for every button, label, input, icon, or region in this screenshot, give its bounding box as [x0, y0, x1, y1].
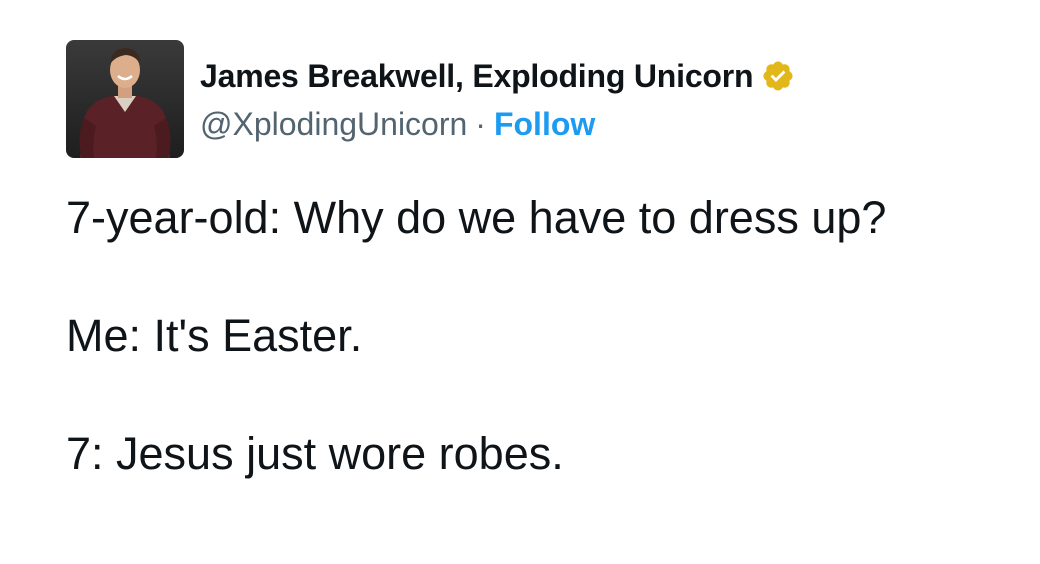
tweet-card: James Breakwell, Exploding Unicorn @Xplo…	[0, 0, 1040, 564]
separator-dot: ·	[475, 105, 486, 142]
tweet-line: Me: It's Easter.	[66, 310, 363, 361]
tweet-line: 7-year-old: Why do we have to dress up?	[66, 192, 887, 243]
avatar-image	[66, 40, 184, 158]
verified-badge-icon	[761, 59, 795, 93]
follow-button[interactable]: Follow	[494, 106, 595, 143]
author-display-name[interactable]: James Breakwell, Exploding Unicorn	[200, 58, 754, 95]
name-row: James Breakwell, Exploding Unicorn	[200, 51, 795, 101]
tweet-text: 7-year-old: Why do we have to dress up? …	[66, 190, 1006, 482]
author-identity: James Breakwell, Exploding Unicorn @Xplo…	[200, 51, 795, 147]
tweet-line: 7: Jesus just wore robes.	[66, 428, 564, 479]
handle-row: @XplodingUnicorn · Follow	[200, 101, 795, 147]
tweet-header: James Breakwell, Exploding Unicorn @Xplo…	[66, 40, 795, 158]
avatar[interactable]	[66, 40, 184, 158]
author-handle[interactable]: @XplodingUnicorn	[200, 106, 467, 143]
